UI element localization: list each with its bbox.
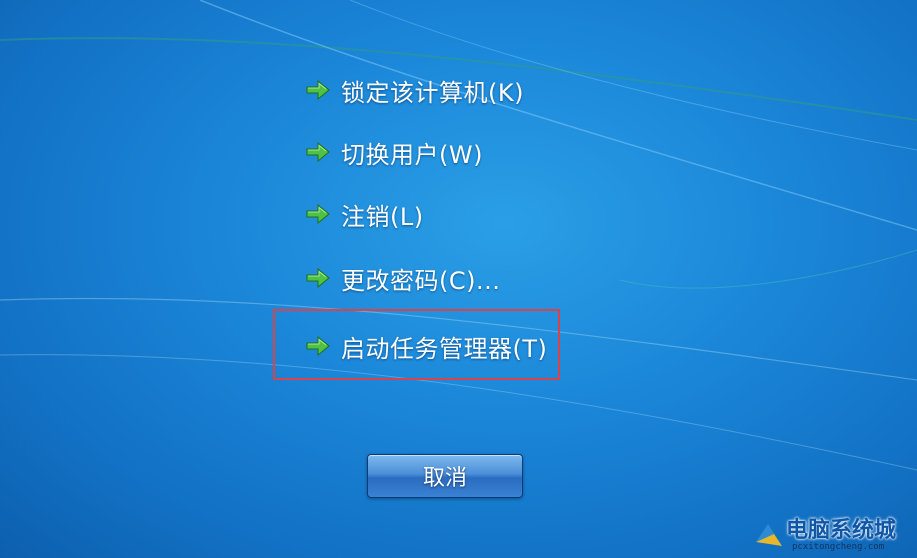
- menu-item-label: 启动任务管理器(T): [341, 334, 548, 363]
- site-watermark: 电脑系统城 pcxitongcheng.com: [752, 510, 914, 556]
- menu-item-label: 锁定该计算机(K): [341, 78, 524, 107]
- watermark-logo-icon: [756, 524, 782, 546]
- watermark-title: 电脑系统城: [786, 518, 897, 543]
- arrow-right-icon: [306, 141, 330, 163]
- menu-item-switch-user[interactable]: 切换用户(W): [305, 132, 483, 172]
- cancel-button[interactable]: 取消: [367, 454, 523, 498]
- menu-item-label: 更改密码(C)...: [341, 266, 501, 295]
- arrow-right-icon: [306, 335, 330, 357]
- arrow-right-icon: [306, 267, 330, 289]
- arrow-right-icon: [306, 79, 330, 101]
- menu-item-change-password[interactable]: 更改密码(C)...: [305, 258, 500, 298]
- menu-item-label: 切换用户(W): [341, 140, 483, 169]
- watermark-subtitle: pcxitongcheng.com: [792, 542, 885, 552]
- menu-item-log-off[interactable]: 注销(L): [305, 194, 424, 234]
- menu-item-lock-computer[interactable]: 锁定该计算机(K): [305, 70, 524, 110]
- menu-item-label: 注销(L): [341, 202, 424, 231]
- menu-item-start-task-manager[interactable]: 启动任务管理器(T): [305, 326, 547, 366]
- arrow-right-icon: [306, 203, 330, 225]
